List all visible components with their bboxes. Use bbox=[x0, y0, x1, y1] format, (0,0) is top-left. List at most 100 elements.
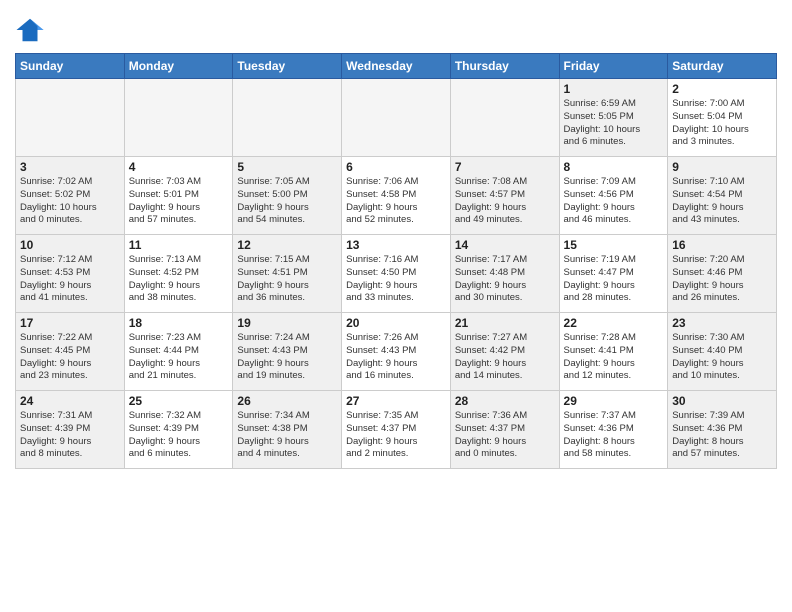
calendar-day-cell: 7 Sunrise: 7:08 AM Sunset: 4:57 PM Daylig… bbox=[450, 157, 559, 235]
calendar-week-row: 24Sunrise: 7:31 AM Sunset: 4:39 PM Dayli… bbox=[16, 391, 777, 469]
day-number: 19 bbox=[237, 316, 337, 330]
calendar-day-cell: 25 Sunrise: 7:32 AM Sunset: 4:39 PM Dayli… bbox=[124, 391, 233, 469]
calendar-day-cell: 13 Sunrise: 7:16 AM Sunset: 4:50 PM Dayli… bbox=[342, 235, 451, 313]
weekday-header-cell: Monday bbox=[124, 54, 233, 79]
day-info: Sunrise: 7:26 AM Sunset: 4:43 PM Dayligh… bbox=[346, 332, 446, 383]
day-info: Sunrise: 7:37 AM Sunset: 4:36 PM Dayligh… bbox=[564, 410, 664, 461]
calendar-day-cell: 6Sunrise: 7:06 AM Sunset: 4:58 PM Daylig… bbox=[342, 157, 451, 235]
day-info: Sunrise: 7:31 AM Sunset: 4:39 PM Dayligh… bbox=[20, 410, 120, 461]
day-number: 12 bbox=[237, 238, 337, 252]
day-info: Sunrise: 7:13 AM Sunset: 4:52 PM Dayligh… bbox=[129, 254, 229, 305]
day-info: Sunrise: 7:32 AM Sunset: 4:39 PM Dayligh… bbox=[129, 410, 229, 461]
day-info: Sunrise: 7:16 AM Sunset: 4:50 PM Dayligh… bbox=[346, 254, 446, 305]
logo bbox=[15, 15, 51, 45]
calendar-day-cell: 8 Sunrise: 7:09 AM Sunset: 4:56 PM Daylig… bbox=[559, 157, 668, 235]
calendar-day-cell: 27 Sunrise: 7:35 AM Sunset: 4:37 PM Dayli… bbox=[342, 391, 451, 469]
day-number: 8 bbox=[564, 160, 664, 174]
page-container: SundayMondayTuesdayWednesdayThursdayFrid… bbox=[0, 0, 792, 474]
calendar-day-cell: 4 Sunrise: 7:03 AM Sunset: 5:01 PM Daylig… bbox=[124, 157, 233, 235]
calendar-day-cell: 30 Sunrise: 7:39 AM Sunset: 4:36 PM Dayli… bbox=[668, 391, 777, 469]
calendar-day-cell: 9Sunrise: 7:10 AM Sunset: 4:54 PM Daylig… bbox=[668, 157, 777, 235]
calendar-week-row: 3 Sunrise: 7:02 AM Sunset: 5:02 PM Daylig… bbox=[16, 157, 777, 235]
day-info: Sunrise: 7:20 AM Sunset: 4:46 PM Dayligh… bbox=[672, 254, 772, 305]
day-number: 10 bbox=[20, 238, 120, 252]
day-info: Sunrise: 7:12 AM Sunset: 4:53 PM Dayligh… bbox=[20, 254, 120, 305]
day-number: 13 bbox=[346, 238, 446, 252]
calendar-day-cell: 16 Sunrise: 7:20 AM Sunset: 4:46 PM Dayli… bbox=[668, 235, 777, 313]
calendar-week-row: 17 Sunrise: 7:22 AM Sunset: 4:45 PM Dayli… bbox=[16, 313, 777, 391]
day-info: Sunrise: 7:22 AM Sunset: 4:45 PM Dayligh… bbox=[20, 332, 120, 383]
calendar-day-cell: 19 Sunrise: 7:24 AM Sunset: 4:43 PM Dayli… bbox=[233, 313, 342, 391]
day-number: 11 bbox=[129, 238, 229, 252]
calendar-day-cell: 28 Sunrise: 7:36 AM Sunset: 4:37 PM Dayli… bbox=[450, 391, 559, 469]
day-info: Sunrise: 7:23 AM Sunset: 4:44 PM Dayligh… bbox=[129, 332, 229, 383]
weekday-header-cell: Tuesday bbox=[233, 54, 342, 79]
day-number: 26 bbox=[237, 394, 337, 408]
day-info: Sunrise: 7:28 AM Sunset: 4:41 PM Dayligh… bbox=[564, 332, 664, 383]
day-number: 18 bbox=[129, 316, 229, 330]
day-info: Sunrise: 7:15 AM Sunset: 4:51 PM Dayligh… bbox=[237, 254, 337, 305]
calendar-week-row: 1Sunrise: 6:59 AM Sunset: 5:05 PM Daylig… bbox=[16, 79, 777, 157]
day-number: 28 bbox=[455, 394, 555, 408]
calendar-day-cell: 10 Sunrise: 7:12 AM Sunset: 4:53 PM Dayli… bbox=[16, 235, 125, 313]
weekday-header-cell: Saturday bbox=[668, 54, 777, 79]
calendar-body: 1Sunrise: 6:59 AM Sunset: 5:05 PM Daylig… bbox=[16, 79, 777, 469]
calendar-day-cell: 17 Sunrise: 7:22 AM Sunset: 4:45 PM Dayli… bbox=[16, 313, 125, 391]
day-info: Sunrise: 7:05 AM Sunset: 5:00 PM Dayligh… bbox=[237, 176, 337, 227]
weekday-header-row: SundayMondayTuesdayWednesdayThursdayFrid… bbox=[16, 54, 777, 79]
day-info: Sunrise: 7:36 AM Sunset: 4:37 PM Dayligh… bbox=[455, 410, 555, 461]
calendar-day-cell: 1Sunrise: 6:59 AM Sunset: 5:05 PM Daylig… bbox=[559, 79, 668, 157]
day-info: Sunrise: 7:02 AM Sunset: 5:02 PM Dayligh… bbox=[20, 176, 120, 227]
calendar-day-cell bbox=[233, 79, 342, 157]
day-info: Sunrise: 7:00 AM Sunset: 5:04 PM Dayligh… bbox=[672, 98, 772, 149]
day-number: 4 bbox=[129, 160, 229, 174]
weekday-header-cell: Sunday bbox=[16, 54, 125, 79]
calendar-day-cell: 20 Sunrise: 7:26 AM Sunset: 4:43 PM Dayli… bbox=[342, 313, 451, 391]
weekday-header-cell: Friday bbox=[559, 54, 668, 79]
day-number: 30 bbox=[672, 394, 772, 408]
day-number: 17 bbox=[20, 316, 120, 330]
calendar-day-cell: 15 Sunrise: 7:19 AM Sunset: 4:47 PM Dayli… bbox=[559, 235, 668, 313]
day-number: 21 bbox=[455, 316, 555, 330]
calendar-day-cell: 12 Sunrise: 7:15 AM Sunset: 4:51 PM Dayli… bbox=[233, 235, 342, 313]
day-info: Sunrise: 7:06 AM Sunset: 4:58 PM Dayligh… bbox=[346, 176, 446, 227]
day-number: 27 bbox=[346, 394, 446, 408]
calendar-day-cell: 2 Sunrise: 7:00 AM Sunset: 5:04 PM Daylig… bbox=[668, 79, 777, 157]
day-number: 1 bbox=[564, 82, 664, 96]
calendar-day-cell bbox=[16, 79, 125, 157]
day-info: Sunrise: 7:34 AM Sunset: 4:38 PM Dayligh… bbox=[237, 410, 337, 461]
calendar-day-cell: 14Sunrise: 7:17 AM Sunset: 4:48 PM Dayli… bbox=[450, 235, 559, 313]
day-number: 3 bbox=[20, 160, 120, 174]
day-number: 20 bbox=[346, 316, 446, 330]
calendar-day-cell: 22Sunrise: 7:28 AM Sunset: 4:41 PM Dayli… bbox=[559, 313, 668, 391]
calendar-day-cell bbox=[342, 79, 451, 157]
calendar-day-cell: 3 Sunrise: 7:02 AM Sunset: 5:02 PM Daylig… bbox=[16, 157, 125, 235]
day-number: 29 bbox=[564, 394, 664, 408]
day-info: Sunrise: 7:30 AM Sunset: 4:40 PM Dayligh… bbox=[672, 332, 772, 383]
weekday-header-cell: Thursday bbox=[450, 54, 559, 79]
day-info: Sunrise: 7:17 AM Sunset: 4:48 PM Dayligh… bbox=[455, 254, 555, 305]
day-number: 7 bbox=[455, 160, 555, 174]
calendar-table: SundayMondayTuesdayWednesdayThursdayFrid… bbox=[15, 53, 777, 469]
calendar-week-row: 10 Sunrise: 7:12 AM Sunset: 4:53 PM Dayli… bbox=[16, 235, 777, 313]
header bbox=[15, 10, 777, 45]
day-info: Sunrise: 7:19 AM Sunset: 4:47 PM Dayligh… bbox=[564, 254, 664, 305]
day-info: Sunrise: 7:10 AM Sunset: 4:54 PM Dayligh… bbox=[672, 176, 772, 227]
day-number: 2 bbox=[672, 82, 772, 96]
day-number: 16 bbox=[672, 238, 772, 252]
calendar-day-cell: 29 Sunrise: 7:37 AM Sunset: 4:36 PM Dayli… bbox=[559, 391, 668, 469]
day-info: Sunrise: 7:08 AM Sunset: 4:57 PM Dayligh… bbox=[455, 176, 555, 227]
day-info: Sunrise: 7:09 AM Sunset: 4:56 PM Dayligh… bbox=[564, 176, 664, 227]
calendar-day-cell: 23Sunrise: 7:30 AM Sunset: 4:40 PM Dayli… bbox=[668, 313, 777, 391]
day-info: Sunrise: 7:03 AM Sunset: 5:01 PM Dayligh… bbox=[129, 176, 229, 227]
day-info: Sunrise: 7:24 AM Sunset: 4:43 PM Dayligh… bbox=[237, 332, 337, 383]
day-info: Sunrise: 7:39 AM Sunset: 4:36 PM Dayligh… bbox=[672, 410, 772, 461]
day-number: 5 bbox=[237, 160, 337, 174]
calendar-day-cell: 26 Sunrise: 7:34 AM Sunset: 4:38 PM Dayli… bbox=[233, 391, 342, 469]
day-number: 25 bbox=[129, 394, 229, 408]
day-info: Sunrise: 7:35 AM Sunset: 4:37 PM Dayligh… bbox=[346, 410, 446, 461]
calendar-day-cell bbox=[450, 79, 559, 157]
day-number: 15 bbox=[564, 238, 664, 252]
logo-icon bbox=[15, 15, 45, 45]
calendar-day-cell: 11 Sunrise: 7:13 AM Sunset: 4:52 PM Dayli… bbox=[124, 235, 233, 313]
